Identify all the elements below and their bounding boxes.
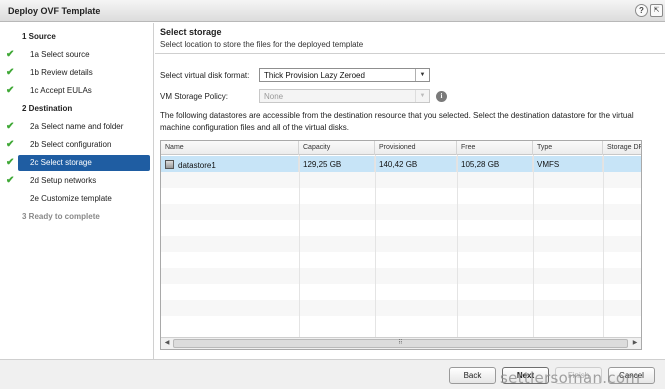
column-header-type[interactable]: Type bbox=[533, 141, 603, 155]
cell-free: 105,28 GB bbox=[457, 156, 533, 172]
column-divider bbox=[299, 155, 300, 337]
datastore-description: The following datastores are accessible … bbox=[160, 111, 634, 132]
scroll-left-icon[interactable]: ◀ bbox=[162, 339, 172, 348]
divider bbox=[155, 53, 665, 54]
step-label: 1a Select source bbox=[30, 50, 90, 59]
checkmark-icon: ✔ bbox=[6, 139, 15, 150]
checkmark-icon: ✔ bbox=[6, 175, 15, 186]
storage-policy-select: None ▼ bbox=[259, 89, 430, 103]
empty-row bbox=[161, 252, 641, 268]
disk-format-label: Select virtual disk format: bbox=[160, 71, 250, 80]
step-destination: 2 Destination bbox=[0, 101, 154, 117]
step-label: 1c Accept EULAs bbox=[30, 86, 92, 95]
empty-row bbox=[161, 220, 641, 236]
empty-row bbox=[161, 204, 641, 220]
horizontal-scrollbar[interactable]: ◀ ⠿ ▶ bbox=[161, 337, 641, 349]
disk-format-select[interactable]: Thick Provision Lazy Zeroed ▼ bbox=[259, 68, 430, 82]
empty-row bbox=[161, 236, 641, 252]
main-panel: Select storage Select location to store … bbox=[155, 23, 665, 359]
cell-type: VMFS bbox=[533, 156, 603, 172]
step-label: 2b Select configuration bbox=[30, 140, 112, 149]
empty-row bbox=[161, 300, 641, 316]
chevron-down-icon: ▼ bbox=[415, 90, 429, 102]
page-subtitle: Select location to store the files for t… bbox=[160, 40, 364, 49]
grip-icon: ⠿ bbox=[398, 340, 403, 346]
step-label: 2c Select storage bbox=[30, 158, 92, 167]
wizard-steps-sidebar: 1 Source ✔ 1a Select source ✔ 1b Review … bbox=[0, 23, 154, 359]
watermark: settlersoman.com bbox=[500, 369, 641, 387]
empty-row bbox=[161, 268, 641, 284]
step-review-details[interactable]: ✔ 1b Review details bbox=[0, 65, 154, 81]
step-label: 1 Source bbox=[22, 32, 56, 41]
step-label: 2a Select name and folder bbox=[30, 122, 124, 131]
step-label: 3 Ready to complete bbox=[22, 212, 100, 221]
cell-provisioned: 140,42 GB bbox=[375, 156, 457, 172]
checkmark-icon: ✔ bbox=[6, 85, 15, 96]
window-title: Deploy OVF Template bbox=[8, 6, 101, 16]
checkmark-icon: ✔ bbox=[6, 121, 15, 132]
column-header-capacity[interactable]: Capacity bbox=[299, 141, 375, 155]
step-select-source[interactable]: ✔ 1a Select source bbox=[0, 47, 154, 63]
scroll-thumb[interactable]: ⠿ bbox=[173, 339, 628, 348]
step-source: 1 Source bbox=[0, 29, 154, 45]
storage-policy-value: None bbox=[264, 92, 284, 101]
empty-row bbox=[161, 284, 641, 300]
back-button[interactable]: Back bbox=[449, 367, 496, 384]
column-header-name[interactable]: Name bbox=[161, 141, 299, 155]
storage-policy-label: VM Storage Policy: bbox=[160, 92, 229, 101]
datastore-name: datastore1 bbox=[178, 161, 216, 170]
help-icon[interactable]: ? bbox=[635, 4, 648, 17]
info-icon[interactable]: i bbox=[436, 91, 447, 102]
cell-storage-drs bbox=[603, 156, 641, 172]
column-divider bbox=[603, 155, 604, 337]
step-setup-networks[interactable]: ✔ 2d Setup networks bbox=[0, 173, 154, 189]
checkmark-icon: ✔ bbox=[6, 157, 15, 168]
column-divider bbox=[375, 155, 376, 337]
step-label: 1b Review details bbox=[30, 68, 93, 77]
chevron-down-icon[interactable]: ▼ bbox=[415, 69, 429, 81]
table-row[interactable]: datastore1 129,25 GB 140,42 GB 105,28 GB… bbox=[161, 156, 641, 172]
datastore-icon bbox=[165, 160, 174, 169]
column-divider bbox=[533, 155, 534, 337]
page-title: Select storage bbox=[160, 27, 222, 37]
column-divider bbox=[457, 155, 458, 337]
expand-icon[interactable]: ⇱ bbox=[650, 4, 663, 17]
empty-row bbox=[161, 316, 641, 332]
step-label: 2 Destination bbox=[22, 104, 73, 113]
column-header-free[interactable]: Free bbox=[457, 141, 533, 155]
column-header-storage-drs[interactable]: Storage DRS bbox=[603, 141, 641, 155]
disk-format-value: Thick Provision Lazy Zeroed bbox=[264, 71, 365, 80]
title-bar: Deploy OVF Template ? ⇱ bbox=[0, 0, 665, 22]
cell-name: datastore1 bbox=[161, 156, 299, 172]
column-header-provisioned[interactable]: Provisioned bbox=[375, 141, 457, 155]
step-label: 2e Customize template bbox=[30, 194, 112, 203]
checkmark-icon: ✔ bbox=[6, 67, 15, 78]
checkmark-icon: ✔ bbox=[6, 49, 15, 60]
step-label: 2d Setup networks bbox=[30, 176, 97, 185]
step-select-configuration[interactable]: ✔ 2b Select configuration bbox=[0, 137, 154, 153]
step-customize-template[interactable]: 2e Customize template bbox=[0, 191, 154, 207]
datastore-table: Name Capacity Provisioned Free Type Stor… bbox=[160, 140, 642, 350]
step-accept-eulas[interactable]: ✔ 1c Accept EULAs bbox=[0, 83, 154, 99]
empty-row bbox=[161, 172, 641, 188]
table-header: Name Capacity Provisioned Free Type Stor… bbox=[161, 141, 641, 155]
step-select-name-and-folder[interactable]: ✔ 2a Select name and folder bbox=[0, 119, 154, 135]
scroll-right-icon[interactable]: ▶ bbox=[630, 339, 640, 348]
cell-capacity: 129,25 GB bbox=[299, 156, 375, 172]
step-ready-to-complete: 3 Ready to complete bbox=[0, 209, 154, 225]
step-select-storage[interactable]: ✔ 2c Select storage bbox=[0, 155, 154, 171]
empty-row bbox=[161, 188, 641, 204]
